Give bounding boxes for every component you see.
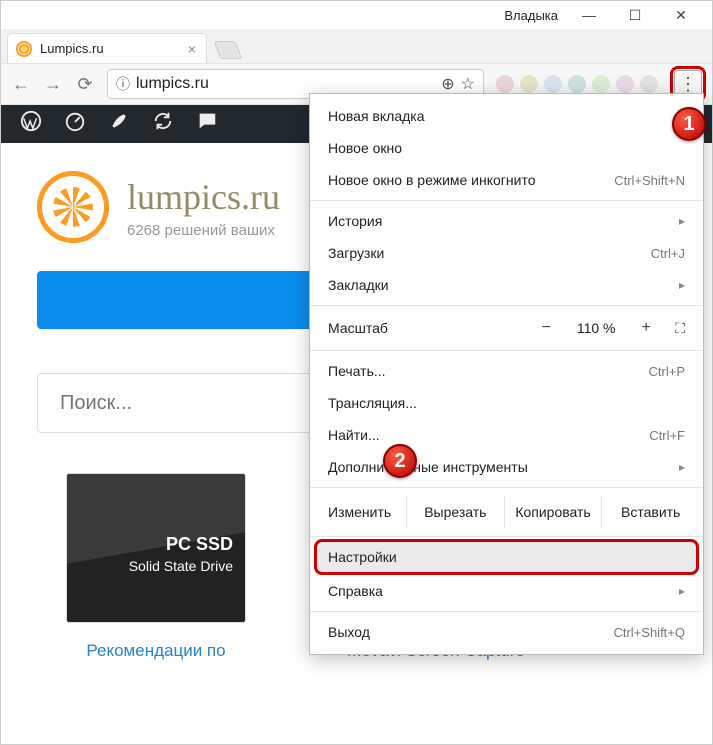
menu-separator [310, 536, 703, 537]
submenu-arrow-icon: ▸ [679, 214, 685, 228]
comments-icon[interactable] [195, 110, 219, 138]
favicon-icon [16, 41, 32, 57]
zoom-in-button[interactable]: + [633, 315, 659, 341]
submenu-arrow-icon: ▸ [679, 278, 685, 292]
zoom-value: 110 % [569, 320, 623, 336]
menu-incognito[interactable]: Новое окно в режиме инкогнитоCtrl+Shift+… [310, 164, 703, 196]
card-caption: Рекомендации по [86, 641, 225, 661]
site-title: lumpics.ru [127, 176, 280, 218]
dashboard-icon[interactable] [63, 110, 87, 138]
site-tagline: 6268 решений ваших [127, 222, 280, 239]
chrome-menu: Новая вкладка Новое окно Новое окно в ре… [309, 93, 704, 655]
menu-separator [310, 305, 703, 306]
maximize-button[interactable]: ☐ [612, 1, 658, 29]
zoom-label: Масштаб [328, 320, 523, 336]
menu-find[interactable]: Найти...Ctrl+F [310, 419, 703, 451]
menu-new-tab[interactable]: Новая вкладка [310, 100, 703, 132]
site-logo-icon [37, 171, 109, 243]
zoom-indicator-icon[interactable]: ⊕ [441, 74, 454, 94]
edit-label: Изменить [328, 504, 406, 520]
close-window-button[interactable]: ✕ [658, 1, 704, 29]
card-ssd[interactable]: PC SSD Solid State Drive Рекомендации по [51, 473, 261, 661]
menu-downloads[interactable]: ЗагрузкиCtrl+J [310, 237, 703, 269]
extension-icon[interactable] [520, 75, 538, 93]
customize-icon[interactable] [107, 111, 131, 137]
tab-lumpics[interactable]: Lumpics.ru × [7, 33, 207, 63]
window-titlebar: Владыка — ☐ ✕ [1, 1, 712, 29]
bookmark-star-icon[interactable]: ☆ [461, 74, 475, 94]
profile-name[interactable]: Владыка [504, 8, 558, 23]
menu-zoom: Масштаб − 110 % + ⛶ [310, 310, 703, 346]
extension-icon[interactable] [640, 75, 658, 93]
extension-icon[interactable] [592, 75, 610, 93]
fullscreen-icon[interactable]: ⛶ [675, 320, 685, 337]
extension-icon[interactable] [496, 75, 514, 93]
menu-edit-row: Изменить Вырезать Копировать Вставить [310, 492, 703, 532]
url-text: lumpics.ru [136, 75, 435, 93]
menu-new-window[interactable]: Новое окно [310, 132, 703, 164]
reload-button[interactable]: ⟳ [75, 74, 95, 95]
menu-separator [310, 487, 703, 488]
menu-separator [310, 350, 703, 351]
extensions-bar [496, 75, 658, 93]
menu-settings[interactable]: Настройки [316, 541, 697, 573]
tab-title: Lumpics.ru [40, 41, 180, 56]
copy-button[interactable]: Копировать [504, 496, 602, 528]
callout-badge-1: 1 [672, 107, 706, 141]
menu-more-tools[interactable]: Дополнительные инструменты▸ [310, 451, 703, 483]
ssd-overlay-text: PC SSD Solid State Drive [129, 532, 233, 577]
menu-exit[interactable]: ВыходCtrl+Shift+Q [310, 616, 703, 648]
extension-icon[interactable] [568, 75, 586, 93]
menu-help[interactable]: Справка▸ [310, 575, 703, 607]
browser-window: Владыка — ☐ ✕ Lumpics.ru × ← → ⟳ ⓘ lumpi… [0, 0, 713, 745]
updates-icon[interactable] [151, 110, 175, 138]
wordpress-icon[interactable] [19, 110, 43, 138]
back-button[interactable]: ← [11, 74, 31, 95]
site-info-icon[interactable]: ⓘ [116, 74, 130, 94]
paste-button[interactable]: Вставить [601, 496, 699, 528]
menu-separator [310, 200, 703, 201]
submenu-arrow-icon: ▸ [679, 584, 685, 598]
minimize-button[interactable]: — [566, 1, 612, 29]
forward-button[interactable]: → [43, 74, 63, 95]
extension-icon[interactable] [616, 75, 634, 93]
callout-badge-2: 2 [383, 444, 417, 478]
zoom-out-button[interactable]: − [533, 315, 559, 341]
menu-separator [310, 611, 703, 612]
menu-cast[interactable]: Трансляция... [310, 387, 703, 419]
thumb-ssd: PC SSD Solid State Drive [66, 473, 246, 623]
new-tab-button[interactable] [214, 41, 243, 59]
cut-button[interactable]: Вырезать [406, 496, 504, 528]
submenu-arrow-icon: ▸ [679, 460, 685, 474]
close-tab-button[interactable]: × [188, 41, 196, 57]
extension-icon[interactable] [544, 75, 562, 93]
tabstrip: Lumpics.ru × [1, 29, 712, 63]
menu-history[interactable]: История▸ [310, 205, 703, 237]
menu-bookmarks[interactable]: Закладки▸ [310, 269, 703, 301]
menu-print[interactable]: Печать...Ctrl+P [310, 355, 703, 387]
